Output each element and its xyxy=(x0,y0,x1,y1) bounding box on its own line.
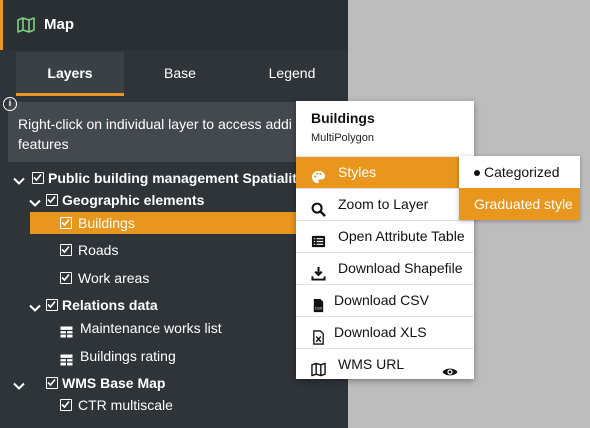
styles-submenu: Categorized Graduated style xyxy=(459,156,580,220)
menu-item-label: WMS URL xyxy=(338,356,405,372)
submenu-item-label: Graduated style xyxy=(474,196,573,212)
tab-layers[interactable]: Layers xyxy=(16,52,124,96)
download-icon xyxy=(311,261,326,281)
menu-item-label: Styles xyxy=(338,164,377,180)
submenu-item-label: Categorized xyxy=(484,164,560,180)
layer-checkbox[interactable] xyxy=(46,194,58,206)
chevron-down-icon[interactable] xyxy=(13,171,25,185)
list-icon xyxy=(311,229,326,248)
layer-checkbox[interactable] xyxy=(46,377,58,389)
tree-node-label: Buildings rating xyxy=(80,348,176,364)
layer-checkbox[interactable] xyxy=(46,299,58,311)
chevron-down-icon[interactable] xyxy=(29,298,41,312)
tree-node-label: CTR multiscale xyxy=(78,397,173,413)
tab-base[interactable]: Base xyxy=(124,52,236,96)
tree-node-ctr-multiscale[interactable]: CTR multiscale xyxy=(0,394,348,416)
tree-node-label: WMS Base Map xyxy=(62,375,166,391)
layer-checkbox[interactable] xyxy=(60,217,72,229)
svg-text:CSV: CSV xyxy=(315,306,323,310)
menu-item-download-shapefile[interactable]: Download Shapefile xyxy=(296,252,474,284)
menu-item-label: Download CSV xyxy=(334,292,429,308)
layer-context-menu: Buildings MultiPolygon Styles Zoom to La… xyxy=(296,101,474,379)
eye-icon[interactable] xyxy=(442,358,458,376)
chevron-down-icon[interactable] xyxy=(29,193,41,207)
chevron-down-icon[interactable] xyxy=(13,376,25,390)
tree-node-label: Maintenance works list xyxy=(80,320,222,336)
tree-node-label: Relations data xyxy=(62,297,158,313)
info-icon: i xyxy=(3,97,17,111)
search-icon xyxy=(311,197,326,217)
submenu-item-categorized[interactable]: Categorized xyxy=(459,156,580,188)
xls-file-icon xyxy=(311,325,326,345)
tree-node-label: Roads xyxy=(78,242,119,258)
tree-node-label: Buildings xyxy=(78,215,135,231)
panel-title: Map xyxy=(44,16,74,33)
menu-item-wms-url[interactable]: WMS URL xyxy=(296,348,474,380)
menu-item-download-xls[interactable]: Download XLS xyxy=(296,316,474,348)
map-icon xyxy=(311,357,326,377)
menu-item-zoom-to-layer[interactable]: Zoom to Layer xyxy=(296,188,474,220)
selected-dot-icon xyxy=(474,170,480,176)
panel-header: Map xyxy=(0,0,348,50)
submenu-item-graduated-style[interactable]: Graduated style xyxy=(459,188,580,220)
tree-node-label: Public building management Spatialite xyxy=(48,170,305,186)
layer-checkbox[interactable] xyxy=(32,172,44,184)
layer-checkbox[interactable] xyxy=(60,244,72,256)
menu-item-label: Zoom to Layer xyxy=(338,196,429,212)
layer-checkbox[interactable] xyxy=(60,399,72,411)
palette-icon xyxy=(311,165,326,184)
context-menu-subtitle: MultiPolygon xyxy=(311,132,374,144)
menu-item-download-csv[interactable]: CSV Download CSV xyxy=(296,284,474,316)
menu-item-label: Open Attribute Table xyxy=(338,228,465,244)
tab-legend[interactable]: Legend xyxy=(236,52,348,96)
menu-item-open-attribute-table[interactable]: Open Attribute Table xyxy=(296,220,474,252)
map-icon xyxy=(17,17,35,33)
menu-item-styles[interactable]: Styles xyxy=(296,156,474,188)
tree-node-label: Work areas xyxy=(78,270,150,286)
table-icon xyxy=(60,350,73,366)
csv-file-icon: CSV xyxy=(311,293,326,313)
table-icon xyxy=(60,322,73,338)
context-menu-title: Buildings xyxy=(311,110,375,126)
tab-bar: Layers Base Legend xyxy=(16,52,348,96)
menu-item-label: Download XLS xyxy=(334,324,427,340)
layer-checkbox[interactable] xyxy=(60,272,72,284)
menu-item-label: Download Shapefile xyxy=(338,260,463,276)
tree-node-label: Geographic elements xyxy=(62,192,205,208)
